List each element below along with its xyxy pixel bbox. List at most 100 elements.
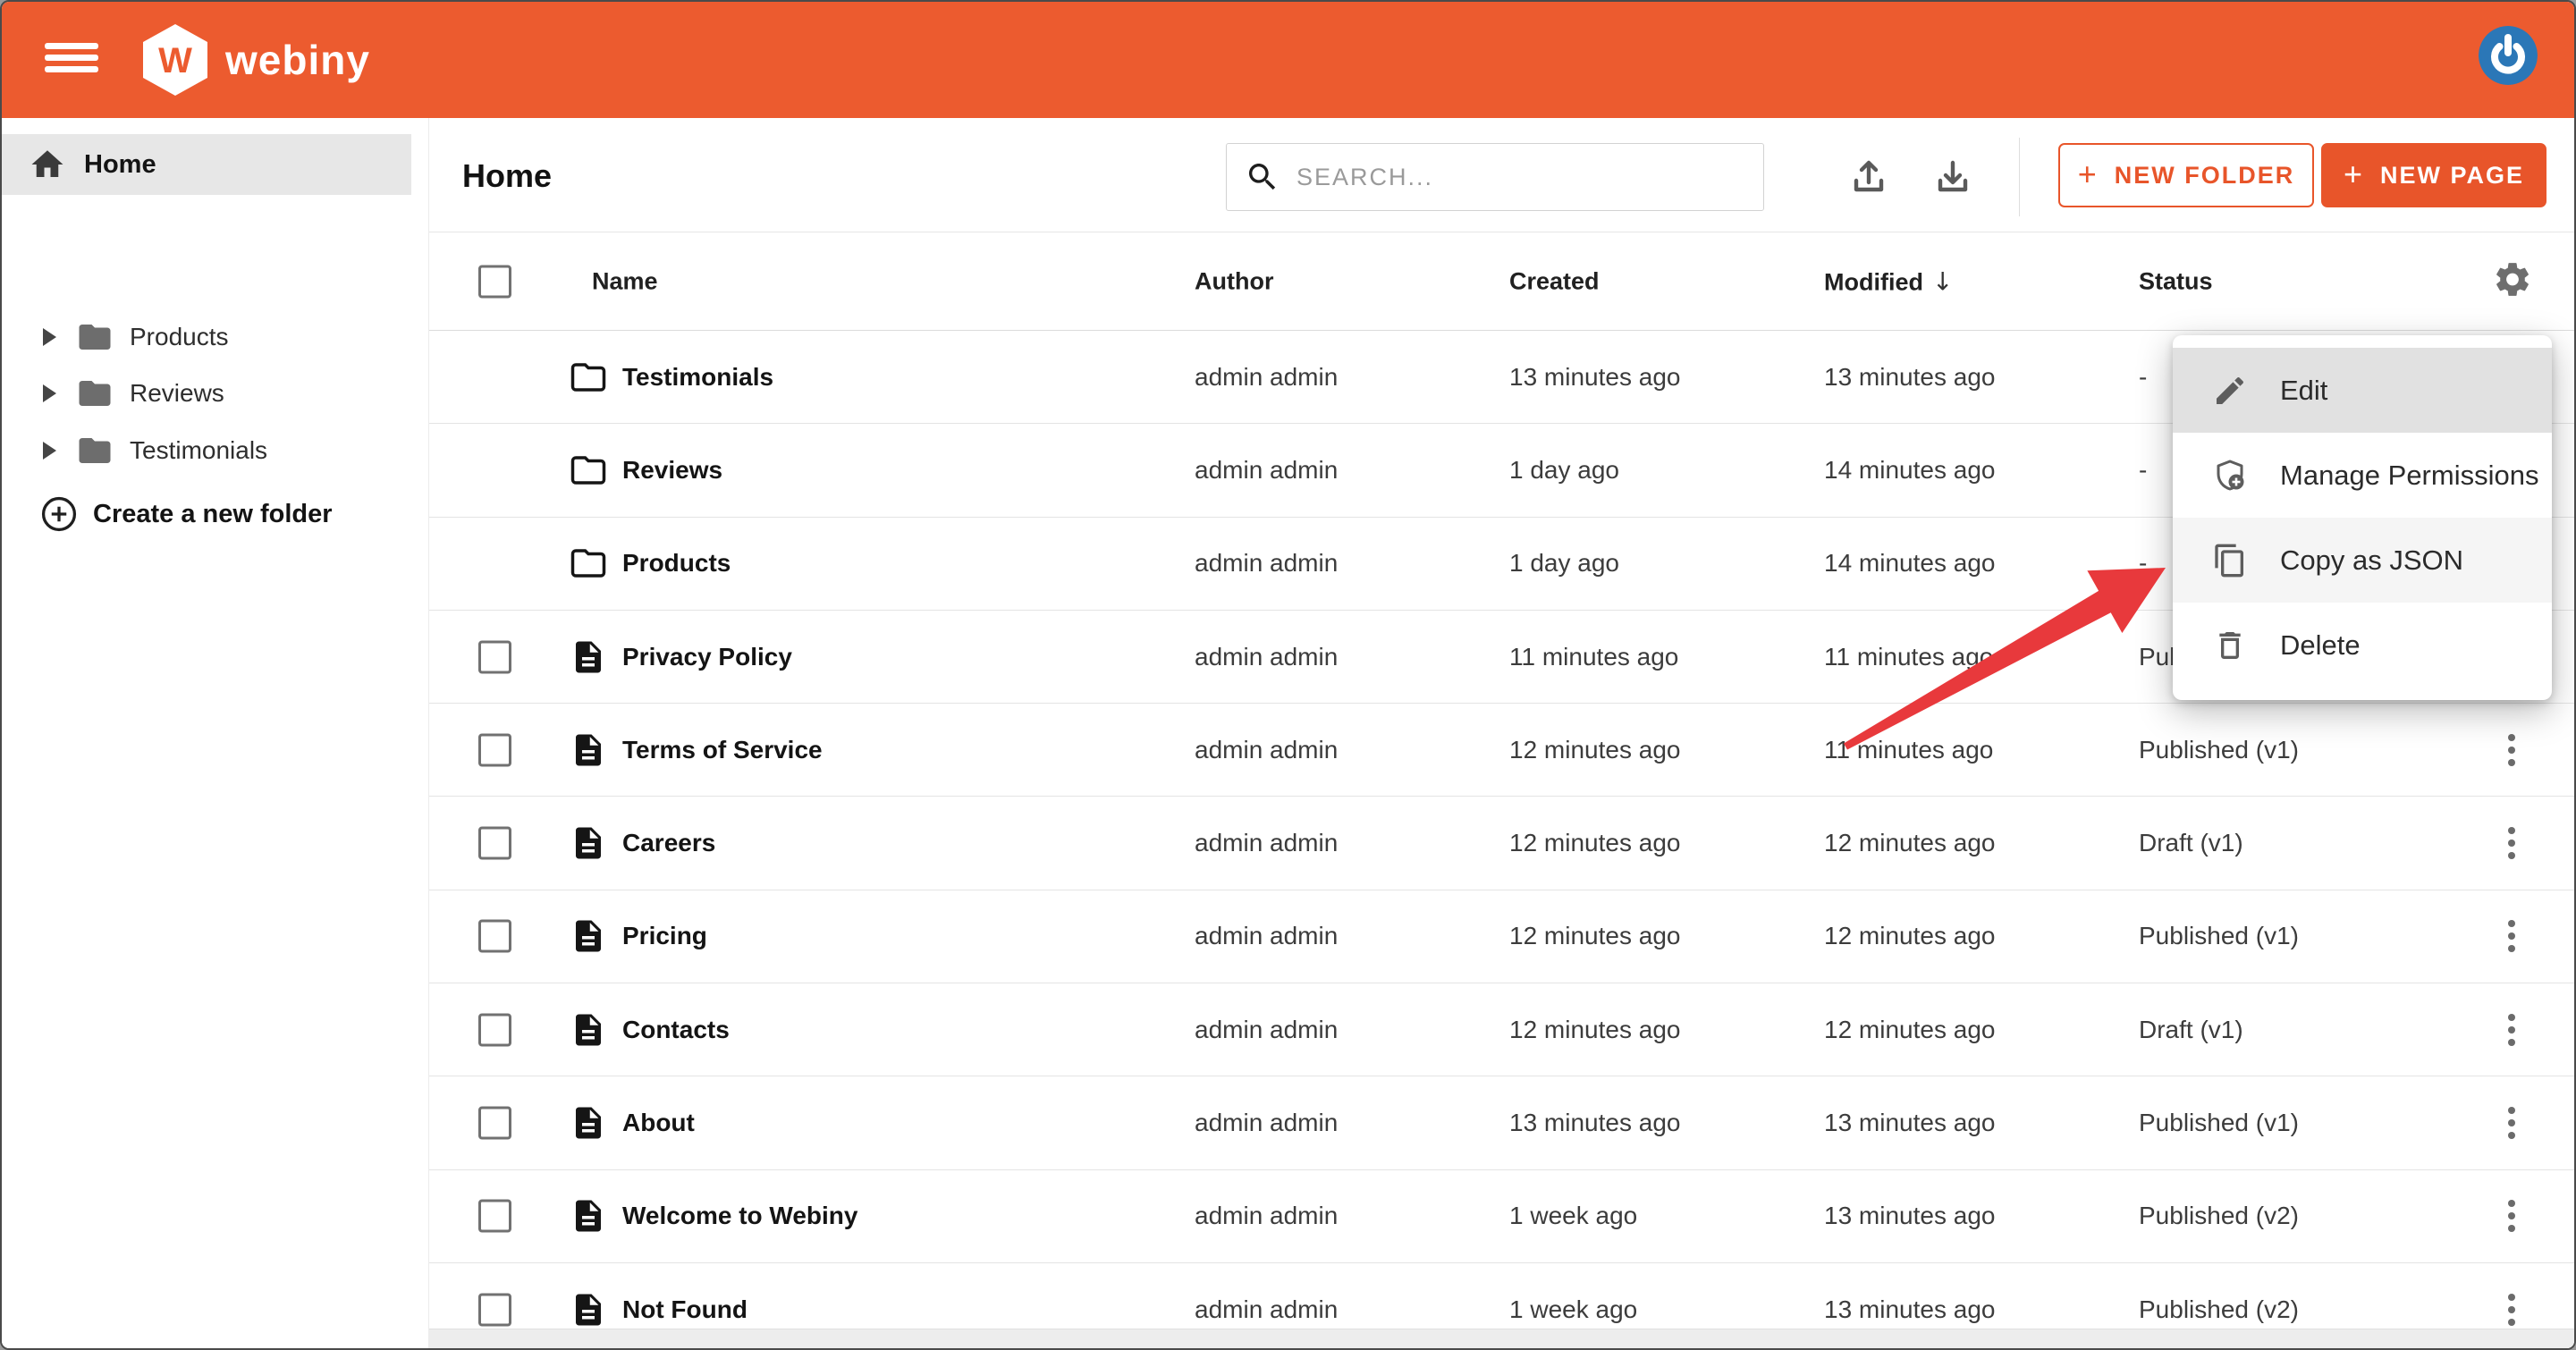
caret-right-icon[interactable] [43,384,56,402]
row-checkbox[interactable] [478,920,511,953]
kebab-menu-icon[interactable] [2492,1100,2531,1146]
row-status: - [2139,456,2147,485]
main-header: Home + [429,118,2574,232]
gear-icon[interactable] [2492,258,2533,304]
row-modified: 12 minutes ago [1824,1016,1995,1044]
row-name: Terms of Service [622,736,823,764]
table-row[interactable]: About admin admin 13 minutes ago 13 minu… [429,1076,2574,1169]
plus-icon: + [2344,156,2364,193]
row-created: 12 minutes ago [1509,922,1680,950]
new-page-button[interactable]: + NEW PAGE [2321,143,2546,207]
row-author: admin admin [1195,1016,1338,1044]
hamburger-menu-icon[interactable] [45,38,102,82]
row-status: Published (v1) [2139,922,2299,950]
table-row[interactable]: Welcome to Webiny admin admin 1 week ago… [429,1170,2574,1263]
column-header-created[interactable]: Created [1509,267,1600,295]
caret-right-icon[interactable] [43,442,56,460]
table-row[interactable]: Terms of Service admin admin 12 minutes … [429,704,2574,797]
create-folder-label: Create a new folder [93,500,333,529]
document-icon [570,824,607,862]
kebab-menu-icon[interactable] [2492,727,2531,773]
sidebar-item-products[interactable]: Products [2,309,411,365]
sidebar-item-testimonials[interactable]: Testimonials [2,423,411,478]
document-icon [570,1197,607,1235]
row-author: admin admin [1195,549,1338,578]
table-row[interactable]: Contacts admin admin 12 minutes ago 12 m… [429,983,2574,1076]
search-input[interactable] [1296,164,1744,191]
kebab-menu-icon[interactable] [2492,820,2531,866]
row-name: Products [622,549,731,578]
sidebar-item-reviews[interactable]: Reviews [2,366,411,421]
document-icon [570,1011,607,1049]
table-row[interactable]: Careers admin admin 12 minutes ago 12 mi… [429,797,2574,890]
gravatar-power-icon [2479,26,2538,85]
row-checkbox[interactable] [478,640,511,673]
avatar[interactable] [2479,26,2538,85]
column-header-author[interactable]: Author [1195,267,1273,295]
row-modified: 13 minutes ago [1824,1202,1995,1230]
row-modified: 12 minutes ago [1824,922,1995,950]
create-new-folder-button[interactable]: Create a new folder [2,486,411,542]
menu-item-delete[interactable]: Delete [2173,603,2552,688]
upload-icon [1847,156,1890,198]
menu-item-edit[interactable]: Edit [2173,348,2552,433]
row-name: Pricing [622,922,707,950]
table-row[interactable]: Pricing admin admin 12 minutes ago 12 mi… [429,890,2574,983]
caret-right-icon[interactable] [43,328,56,346]
row-author: admin admin [1195,922,1338,950]
column-header-status[interactable]: Status [2139,267,2213,295]
row-author: admin admin [1195,456,1338,485]
column-header-name[interactable]: Name [592,267,658,295]
kebab-menu-icon[interactable] [2492,1287,2531,1333]
row-name: Not Found [622,1295,747,1324]
row-name: Testimonials [622,363,773,392]
row-checkbox[interactable] [478,1200,511,1233]
row-author: admin admin [1195,363,1338,392]
menu-item-manage-permissions[interactable]: Manage Permissions [2173,433,2552,518]
row-checkbox[interactable] [478,733,511,766]
kebab-menu-icon[interactable] [2492,913,2531,959]
row-modified: 12 minutes ago [1824,829,1995,857]
home-icon [29,146,66,183]
row-created: 11 minutes ago [1509,643,1678,671]
folder-icon [76,375,114,412]
row-checkbox[interactable] [478,1107,511,1140]
trash-icon [2212,628,2248,663]
new-folder-button[interactable]: + NEW FOLDER [2058,143,2314,207]
row-checkbox[interactable] [478,1294,511,1327]
table-header: Name Author Created Modified↓ Status [429,232,2574,331]
row-author: admin admin [1195,829,1338,857]
copy-icon [2212,543,2248,578]
row-modified: 13 minutes ago [1824,1109,1995,1137]
menu-item-label: Delete [2280,629,2361,662]
top-app-bar: W webiny [2,2,2574,118]
row-created: 12 minutes ago [1509,1016,1680,1044]
bottom-scroll-strip [429,1329,2574,1350]
row-modified: 11 minutes ago [1824,643,1993,671]
sidebar-item-home[interactable]: Home [2,134,411,195]
row-checkbox[interactable] [478,1013,511,1046]
row-status: Published (v2) [2139,1202,2299,1230]
column-header-modified[interactable]: Modified↓ [1824,266,1953,296]
document-icon [570,638,607,676]
row-created: 13 minutes ago [1509,1109,1680,1137]
webiny-logo: W webiny [138,21,370,98]
document-icon [570,1291,607,1329]
download-button[interactable] [1930,154,1976,200]
row-modified: 13 minutes ago [1824,363,1995,392]
row-author: admin admin [1195,643,1338,671]
kebab-menu-icon[interactable] [2492,1193,2531,1239]
kebab-menu-icon[interactable] [2492,1007,2531,1053]
menu-item-copy-as-json[interactable]: Copy as JSON [2173,518,2552,603]
upload-button[interactable] [1845,154,1892,200]
row-status: Published (v1) [2139,1109,2299,1137]
plus-icon: + [2078,156,2099,193]
row-status: Draft (v1) [2139,829,2243,857]
menu-item-label: Manage Permissions [2280,460,2538,492]
row-status: - [2139,549,2147,578]
row-checkbox[interactable] [478,827,511,860]
folder-outline-icon [570,451,607,489]
sidebar-folder-label: Reviews [130,379,224,408]
new-page-label: NEW PAGE [2380,162,2524,190]
select-all-checkbox[interactable] [478,265,511,298]
